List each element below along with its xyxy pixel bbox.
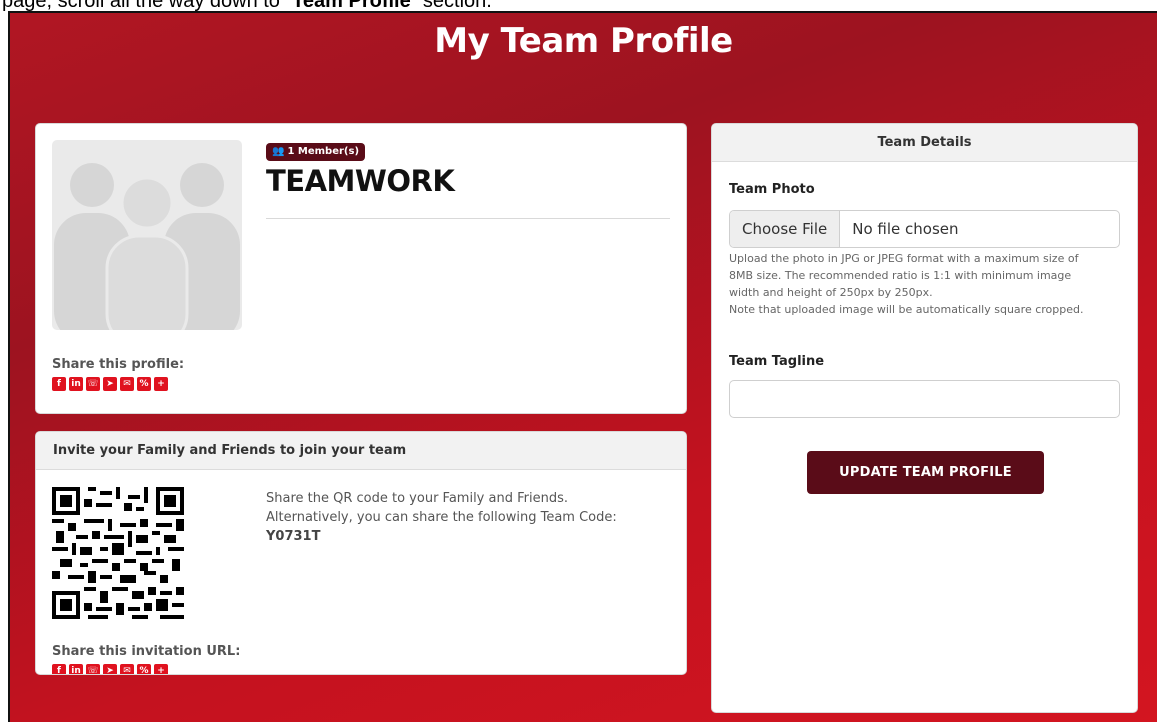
facebook-icon[interactable]: f <box>52 377 66 391</box>
linkedin-icon[interactable]: in <box>69 664 83 674</box>
link-icon[interactable]: % <box>137 377 151 391</box>
plus-icon[interactable]: + <box>154 377 168 391</box>
photo-help-text: Upload the photo in JPG or JPEG format w… <box>729 250 1129 318</box>
team-photo-label: Team Photo <box>729 182 815 197</box>
linkedin-icon[interactable]: in <box>69 377 83 391</box>
invite-header: Invite your Family and Friends to join y… <box>36 432 686 470</box>
team-photo-file-input[interactable]: Choose File No file chosen <box>729 210 1120 248</box>
share-profile-icons: f in ☏ ➤ ✉ % + <box>52 377 168 391</box>
team-avatar-placeholder <box>52 140 242 330</box>
invite-line-2: Alternatively, you can share the followi… <box>266 510 617 525</box>
team-details-header: Team Details <box>712 124 1137 162</box>
page-frame: My Team Profile 👥 1 Member(s) TEAMWORK S… <box>8 11 1157 722</box>
facebook-icon[interactable]: f <box>52 664 66 674</box>
choose-file-button[interactable]: Choose File <box>730 211 841 247</box>
profile-card: 👥 1 Member(s) TEAMWORK Share this profil… <box>35 123 687 414</box>
email-icon[interactable]: ✉ <box>120 664 134 674</box>
invite-card: Invite your Family and Friends to join y… <box>35 431 687 675</box>
update-team-profile-button[interactable]: UPDATE TEAM PROFILE <box>807 451 1044 494</box>
help-line-3: width and height of 250px by 250px. <box>729 286 933 299</box>
team-tagline-input[interactable] <box>729 380 1120 418</box>
telegram-icon[interactable]: ➤ <box>103 664 117 674</box>
share-profile-label: Share this profile: <box>52 357 185 372</box>
whatsapp-icon[interactable]: ☏ <box>86 664 100 674</box>
group-icon: 👥 <box>272 146 285 157</box>
email-icon[interactable]: ✉ <box>120 377 134 391</box>
help-line-1: Upload the photo in JPG or JPEG format w… <box>729 252 1079 265</box>
team-name: TEAMWORK <box>266 164 455 198</box>
telegram-icon[interactable]: ➤ <box>103 377 117 391</box>
team-details-card: Team Details Team Photo Choose File No f… <box>711 123 1138 713</box>
link-icon[interactable]: % <box>137 664 151 674</box>
plus-icon[interactable]: + <box>154 664 168 674</box>
team-code: Y0731T <box>266 529 321 544</box>
qr-code <box>52 487 184 619</box>
file-status: No file chosen <box>852 220 959 238</box>
whatsapp-icon[interactable]: ☏ <box>86 377 100 391</box>
share-invite-icons: f in ☏ ➤ ✉ % + <box>52 664 168 674</box>
member-count-badge: 👥 1 Member(s) <box>266 143 366 161</box>
team-tagline-label: Team Tagline <box>729 354 825 369</box>
page-title: My Team Profile <box>434 21 733 61</box>
invite-instructions: Share the QR code to your Family and Fri… <box>266 489 676 546</box>
member-count-text: 1 Member(s) <box>287 146 360 157</box>
help-line-4: Note that uploaded image will be automat… <box>729 303 1084 316</box>
share-invite-label: Share this invitation URL: <box>52 644 241 659</box>
help-line-2: 8MB size. The recommended ratio is 1:1 w… <box>729 269 1072 282</box>
invite-line-1: Share the QR code to your Family and Fri… <box>266 491 568 506</box>
divider <box>266 218 670 219</box>
